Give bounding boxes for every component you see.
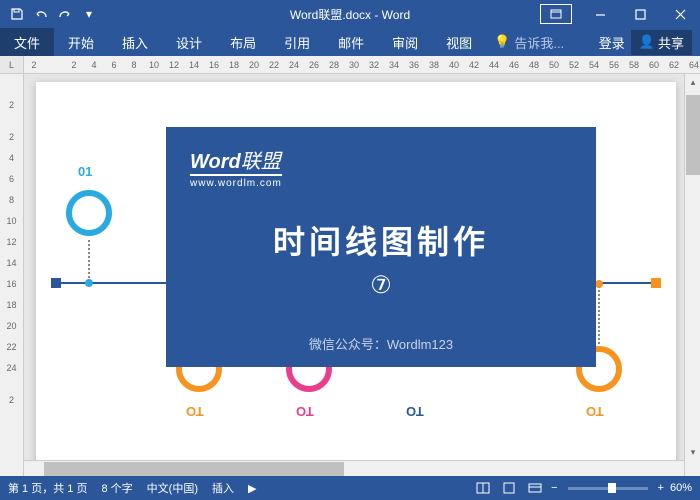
- scroll-thumb-v[interactable]: [686, 95, 700, 175]
- tab-home[interactable]: 开始: [54, 28, 108, 56]
- scroll-down-icon[interactable]: ▾: [685, 444, 700, 460]
- web-layout-button[interactable]: [525, 480, 545, 496]
- connector-1: [88, 240, 90, 282]
- minimize-button[interactable]: [580, 0, 620, 28]
- undo-button[interactable]: [30, 3, 52, 25]
- overlay-wechat: 微信公众号：Wordlm123: [166, 334, 596, 353]
- share-button[interactable]: 👤共享: [631, 30, 692, 55]
- workspace: 2246810121416182022242 01 ТО ТО ТО ТО: [0, 74, 700, 476]
- tab-insert[interactable]: 插入: [108, 28, 162, 56]
- timeline-label-2: ТО: [186, 404, 204, 419]
- document-title: Word联盟.docx - Word: [290, 6, 410, 23]
- timeline-dot-1: [85, 279, 93, 287]
- title-bar: ▾ Word联盟.docx - Word: [0, 0, 700, 28]
- tab-mailings[interactable]: 邮件: [324, 28, 378, 56]
- timeline-circle-1[interactable]: [66, 190, 112, 236]
- maximize-button[interactable]: [620, 0, 660, 28]
- vertical-ruler[interactable]: 2246810121416182022242: [0, 74, 24, 476]
- scroll-thumb-h[interactable]: [44, 462, 344, 476]
- status-insert-mode[interactable]: 插入: [212, 480, 234, 496]
- overlay-logo: Word联盟: [190, 145, 572, 174]
- selection-handle-left[interactable]: [51, 278, 61, 288]
- timeline-label-3: ТО: [296, 404, 314, 419]
- qat-customize-icon[interactable]: ▾: [78, 3, 100, 25]
- status-page[interactable]: 第 1 页，共 1 页: [8, 480, 87, 496]
- lightbulb-icon: 💡: [494, 34, 510, 50]
- macro-record-icon[interactable]: ▶: [248, 482, 256, 495]
- timeline-label-5: ТО: [586, 404, 604, 419]
- zoom-slider[interactable]: [568, 487, 648, 490]
- status-bar: 第 1 页，共 1 页 8 个字 中文(中国) 插入 ▶ − + 60%: [0, 476, 700, 500]
- person-icon: 👤: [639, 34, 655, 50]
- scroll-up-icon[interactable]: ▴: [685, 74, 700, 90]
- overlay-number: ⑦: [190, 271, 572, 300]
- zoom-slider-thumb[interactable]: [608, 483, 616, 493]
- timeline-dot-5: [595, 280, 603, 288]
- tab-references[interactable]: 引用: [270, 28, 324, 56]
- horizontal-ruler[interactable]: L 22468101214161820222426283032343638404…: [0, 56, 700, 74]
- ribbon-tabs: 文件 开始 插入 设计 布局 引用 邮件 审阅 视图 💡告诉我... 登录 👤共…: [0, 28, 700, 56]
- overlay-card[interactable]: Word联盟 www.wordlm.com 时间线图制作 ⑦ 微信公众号：Wor…: [166, 127, 596, 367]
- timeline-label-4: ТО: [406, 404, 424, 419]
- ribbon-display-options-button[interactable]: [540, 4, 572, 24]
- tab-file[interactable]: 文件: [0, 28, 54, 56]
- zoom-in-button[interactable]: +: [658, 482, 664, 494]
- tab-view[interactable]: 视图: [432, 28, 486, 56]
- overlay-title: 时间线图制作: [190, 217, 572, 263]
- tab-review[interactable]: 审阅: [378, 28, 432, 56]
- connector-5: [598, 286, 600, 344]
- timeline-label-1: 01: [78, 164, 92, 179]
- selection-handle-right[interactable]: [651, 278, 661, 288]
- horizontal-scrollbar[interactable]: [24, 460, 684, 476]
- close-button[interactable]: [660, 0, 700, 28]
- login-button[interactable]: 登录: [599, 33, 625, 52]
- tell-me-search[interactable]: 💡告诉我...: [494, 33, 564, 52]
- zoom-level[interactable]: 60%: [670, 482, 692, 494]
- redo-button[interactable]: [54, 3, 76, 25]
- status-language[interactable]: 中文(中国): [147, 480, 198, 496]
- quick-access-toolbar: ▾: [0, 3, 100, 25]
- page: 01 ТО ТО ТО ТО Word联盟 www.wordlm.com 时间线…: [36, 82, 676, 476]
- read-mode-button[interactable]: [473, 480, 493, 496]
- save-button[interactable]: [6, 3, 28, 25]
- overlay-url: www.wordlm.com: [190, 174, 282, 189]
- zoom-out-button[interactable]: −: [551, 482, 557, 494]
- ruler-corner: L: [0, 56, 24, 74]
- vertical-scrollbar[interactable]: ▴ ▾: [684, 74, 700, 476]
- document-canvas[interactable]: 01 ТО ТО ТО ТО Word联盟 www.wordlm.com 时间线…: [24, 74, 700, 476]
- tab-layout[interactable]: 布局: [216, 28, 270, 56]
- print-layout-button[interactable]: [499, 480, 519, 496]
- tab-design[interactable]: 设计: [162, 28, 216, 56]
- status-word-count[interactable]: 8 个字: [101, 480, 132, 496]
